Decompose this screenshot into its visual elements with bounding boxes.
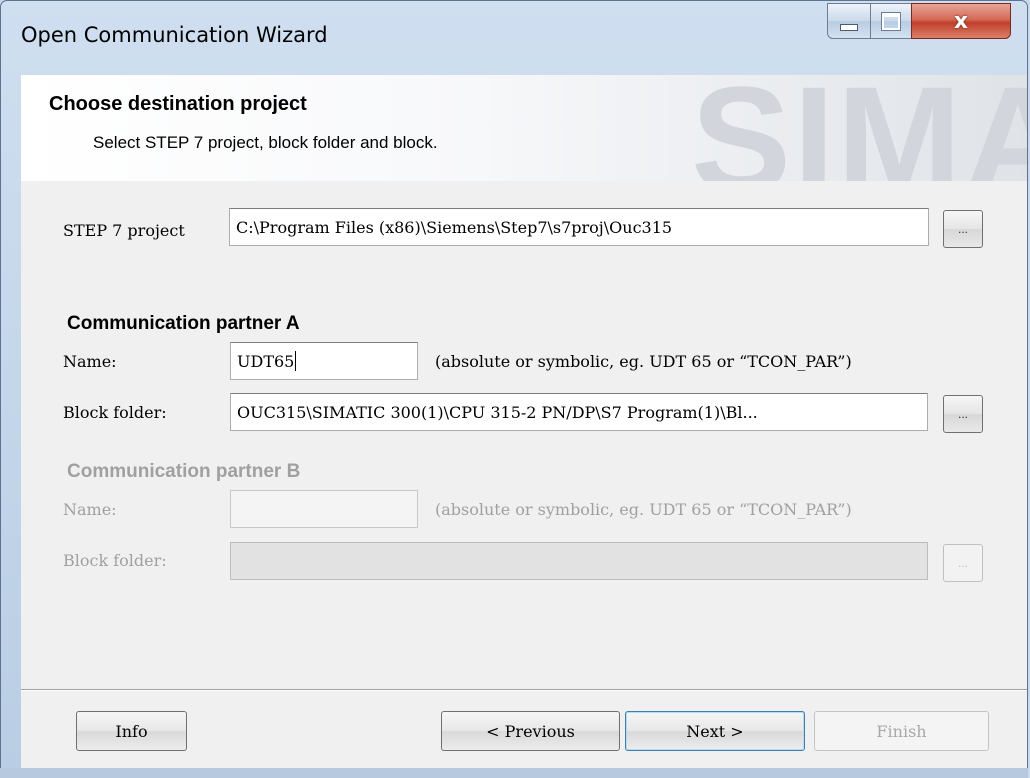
window-bottom-edge [0,768,1028,778]
maximize-icon [881,11,901,31]
wizard-footer: Info < Previous Next > Finish [21,675,1027,775]
partner-b-heading: Communication partner B [67,461,301,482]
info-button[interactable]: Info [76,711,187,751]
previous-button-label: < Previous [486,721,575,741]
browse-icon: ... [957,222,968,236]
partner-b-folder-label: Block folder: [63,551,167,570]
partner-a-folder-label: Block folder: [63,403,167,422]
next-button[interactable]: Next > [625,711,805,751]
partner-b-name-label: Name: [63,500,117,519]
project-browse-button[interactable]: ... [943,210,983,248]
partner-a-browse-button[interactable]: ... [943,395,983,433]
partner-b-browse-button: ... [943,544,983,582]
simatic-watermark: SIMA [691,75,1027,181]
wizard-header: SIMA Choose destination project Select S… [21,75,1027,181]
partner-b-name-hint: (absolute or symbolic, eg. UDT 65 or “TC… [435,500,852,519]
project-path-value: C:\Program Files (x86)\Siemens\Step7\s7p… [236,217,673,237]
page-subtitle: Select STEP 7 project, block folder and … [93,133,438,152]
minimize-icon [840,23,858,31]
minimize-button[interactable] [827,3,871,39]
partner-b-name-field [230,490,418,528]
partner-a-folder-value: OUC315\SIMATIC 300(1)\CPU 315-2 PN/DP\S7… [237,402,758,422]
partner-a-name-label: Name: [63,352,117,371]
text-caret [295,351,297,371]
finish-button-label: Finish [876,721,927,741]
browse-icon: ... [957,556,968,570]
partner-a-name-field[interactable]: UDT65 [230,342,418,380]
project-path-field[interactable]: C:\Program Files (x86)\Siemens\Step7\s7p… [229,208,929,246]
partner-a-folder-field[interactable]: OUC315\SIMATIC 300(1)\CPU 315-2 PN/DP\S7… [230,393,928,431]
page-title: Choose destination project [49,93,307,115]
previous-button[interactable]: < Previous [441,711,620,751]
wizard-window: Open Communication Wizard x SIMA Choose … [0,0,1028,776]
partner-a-name-hint: (absolute or symbolic, eg. UDT 65 or “TC… [435,352,852,371]
window-title: Open Communication Wizard [21,23,328,47]
project-label: STEP 7 project [63,221,185,240]
next-button-label: Next > [686,721,744,741]
maximize-button[interactable] [870,3,912,39]
wizard-content: STEP 7 project C:\Program Files (x86)\Si… [21,181,1027,675]
partner-a-name-value: UDT65 [237,351,295,371]
finish-button: Finish [814,711,989,751]
partner-b-folder-field [230,542,928,580]
info-button-label: Info [115,721,148,741]
close-icon: x [953,8,969,34]
partner-a-heading: Communication partner A [67,313,300,334]
close-button[interactable]: x [911,3,1011,39]
browse-icon: ... [957,407,968,421]
footer-divider-highlight [21,690,1027,691]
title-bar[interactable]: Open Communication Wizard x [1,1,1027,75]
